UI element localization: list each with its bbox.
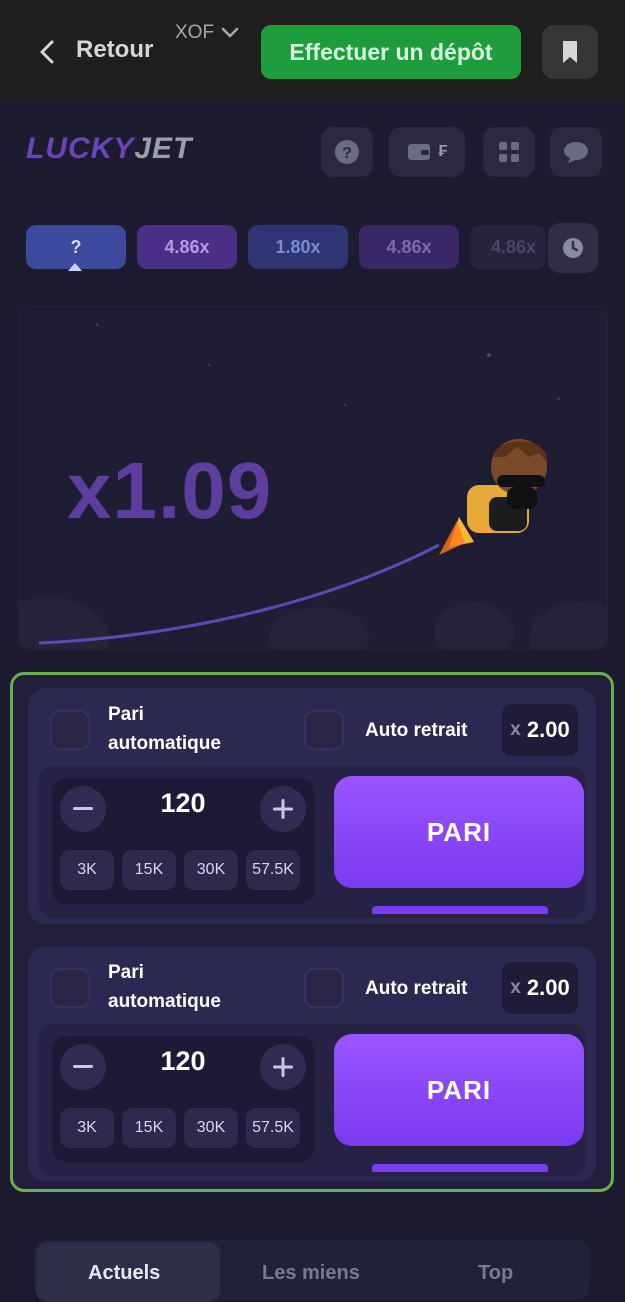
help-button[interactable]: ? [321, 127, 373, 177]
history-item[interactable]: 4.86x [359, 225, 459, 269]
plus-icon [273, 1057, 293, 1077]
lucky-jet-logo: LUCKYJET [26, 132, 193, 165]
history-item[interactable]: 1.80x [248, 225, 348, 269]
bet-controls: 120 3K 15K 30K 57.5K PARI [38, 1024, 586, 1176]
currency-select[interactable]: XOF [175, 22, 240, 44]
bet-button-underline [372, 906, 548, 914]
auto-cashout-checkbox[interactable] [304, 710, 344, 750]
currency-label: XOF [175, 22, 215, 43]
history-caret [68, 263, 82, 271]
back-link[interactable]: Retour [76, 36, 153, 64]
stake-box: 120 3K 15K 30K 57.5K [52, 778, 314, 904]
wallet-icon [407, 144, 430, 160]
stake-input[interactable]: 120 [128, 788, 238, 819]
quick-stake-chip[interactable]: 15K [122, 850, 176, 890]
wallet-balance: ₣ [438, 143, 448, 160]
auto-cashout-input[interactable]: x 2.00 [502, 962, 578, 1014]
bet-button-underline [372, 1164, 548, 1172]
auto-cashout-checkbox[interactable] [304, 968, 344, 1008]
quick-stake-chip[interactable]: 30K [184, 850, 238, 890]
quick-stake-chip[interactable]: 57.5K [246, 1108, 300, 1148]
auto-bet-label: Pari automatique [108, 704, 221, 754]
chat-button[interactable] [550, 127, 602, 177]
deposit-button[interactable]: Effectuer un dépôt [261, 25, 521, 79]
increase-stake-button[interactable] [260, 786, 306, 832]
increase-stake-button[interactable] [260, 1044, 306, 1090]
bet-controls: 120 3K 15K 30K 57.5K PARI [38, 766, 586, 918]
chevron-left-icon[interactable] [36, 36, 64, 68]
help-icon: ? [335, 140, 359, 164]
chat-icon [564, 142, 588, 163]
auto-cashout-label: Auto retrait [365, 978, 468, 999]
clock-icon [563, 238, 583, 258]
bet-button[interactable]: PARI [334, 776, 584, 888]
history-button[interactable] [548, 223, 598, 273]
minus-icon [73, 1065, 93, 1068]
tab-current[interactable]: Actuels [88, 1262, 160, 1285]
menu-button[interactable] [483, 127, 535, 177]
svg-text:?: ? [342, 145, 352, 162]
bet-card: Pari automatique Auto retrait x 2.00 120 … [28, 688, 596, 924]
bet-card: Pari automatique Auto retrait x 2.00 120 … [28, 946, 596, 1182]
stake-input[interactable]: 120 [128, 1046, 238, 1077]
history-item[interactable]: 4.86x [470, 225, 546, 269]
auto-bet-checkbox[interactable] [50, 968, 90, 1008]
decrease-stake-button[interactable] [60, 1044, 106, 1090]
quick-stake-chip[interactable]: 3K [60, 1108, 114, 1148]
chevron-down-icon [221, 27, 239, 38]
grid-icon [499, 142, 519, 162]
auto-cashout-input[interactable]: x 2.00 [502, 704, 578, 756]
plus-icon [273, 799, 293, 819]
minus-icon [73, 807, 93, 810]
quick-stake-chip[interactable]: 57.5K [246, 850, 300, 890]
quick-stake-chip[interactable]: 3K [60, 850, 114, 890]
auto-bet-checkbox[interactable] [50, 710, 90, 750]
tab-my-bets[interactable]: Les miens [262, 1262, 360, 1285]
quick-stake-chip[interactable]: 15K [122, 1108, 176, 1148]
wallet-button[interactable]: ₣ [389, 127, 465, 177]
bet-button[interactable]: PARI [334, 1034, 584, 1146]
current-multiplier: x1.09 [67, 446, 273, 535]
stake-box: 120 3K 15K 30K 57.5K [52, 1036, 314, 1162]
tab-top[interactable]: Top [478, 1262, 513, 1285]
decrease-stake-button[interactable] [60, 786, 106, 832]
auto-bet-label: Pari automatique [108, 962, 221, 1012]
quick-stake-chip[interactable]: 30K [184, 1108, 238, 1148]
history-item[interactable]: 4.86x [137, 225, 237, 269]
game-canvas: x1.09 [18, 306, 608, 650]
character-icon [439, 439, 548, 555]
bookmark-icon [563, 41, 577, 63]
auto-cashout-label: Auto retrait [365, 720, 468, 741]
bookmark-button[interactable] [542, 25, 598, 79]
